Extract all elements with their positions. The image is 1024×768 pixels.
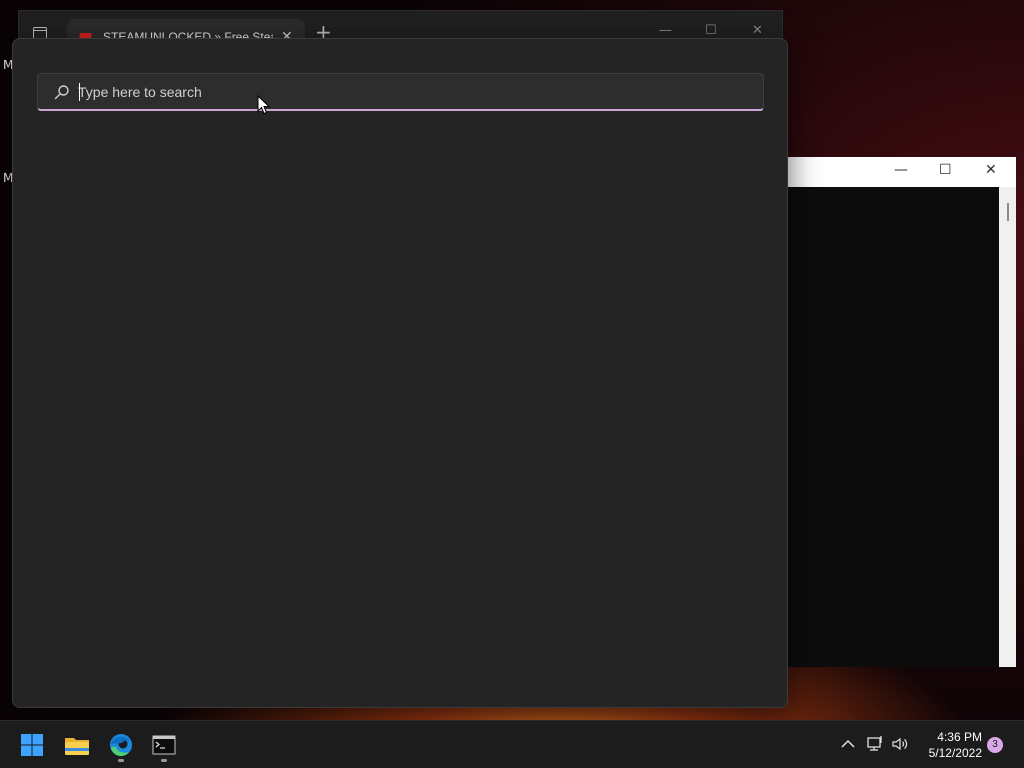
maximize-button[interactable]: ☐ (705, 23, 717, 38)
command-prompt-button[interactable] (148, 729, 180, 762)
console-output[interactable] (788, 187, 999, 667)
close-button[interactable]: ✕ (752, 23, 763, 38)
terminal-icon (152, 735, 176, 755)
minimize-button[interactable]: — (659, 23, 672, 38)
search-box[interactable] (37, 73, 764, 111)
taskbar: 4:36 PM 5/12/2022 3 (0, 720, 1024, 768)
start-button[interactable] (16, 729, 48, 761)
text-caret (79, 83, 80, 101)
console-scrollbar[interactable] (999, 187, 1016, 667)
folder-icon (65, 738, 89, 755)
notification-badge[interactable]: 3 (987, 737, 1003, 753)
volume-icon[interactable] (891, 735, 909, 753)
edge-button[interactable] (105, 729, 137, 762)
clock[interactable]: 4:36 PM 5/12/2022 (918, 729, 982, 761)
console-scrollbar-thumb[interactable] (1007, 203, 1009, 221)
running-indicator (161, 759, 167, 762)
search-icon (54, 85, 69, 100)
search-input[interactable] (78, 79, 748, 105)
console-minimize-button[interactable]: — (894, 162, 908, 178)
file-explorer-button[interactable] (61, 729, 93, 761)
windows-logo-icon (21, 734, 43, 756)
clock-date: 5/12/2022 (928, 746, 982, 760)
search-flyout (12, 38, 788, 708)
clock-time: 4:36 PM (937, 730, 982, 744)
console-close-button[interactable]: ✕ (985, 162, 997, 178)
chevron-up-icon[interactable] (839, 735, 857, 753)
console-maximize-button[interactable]: ☐ (939, 162, 952, 178)
mouse-pointer-icon (257, 95, 271, 115)
console-window[interactable]: — ☐ ✕ (788, 157, 1016, 667)
edge-icon (110, 734, 132, 757)
console-titlebar[interactable]: — ☐ ✕ (788, 157, 1016, 187)
running-indicator (118, 759, 124, 762)
network-icon[interactable] (866, 735, 884, 753)
